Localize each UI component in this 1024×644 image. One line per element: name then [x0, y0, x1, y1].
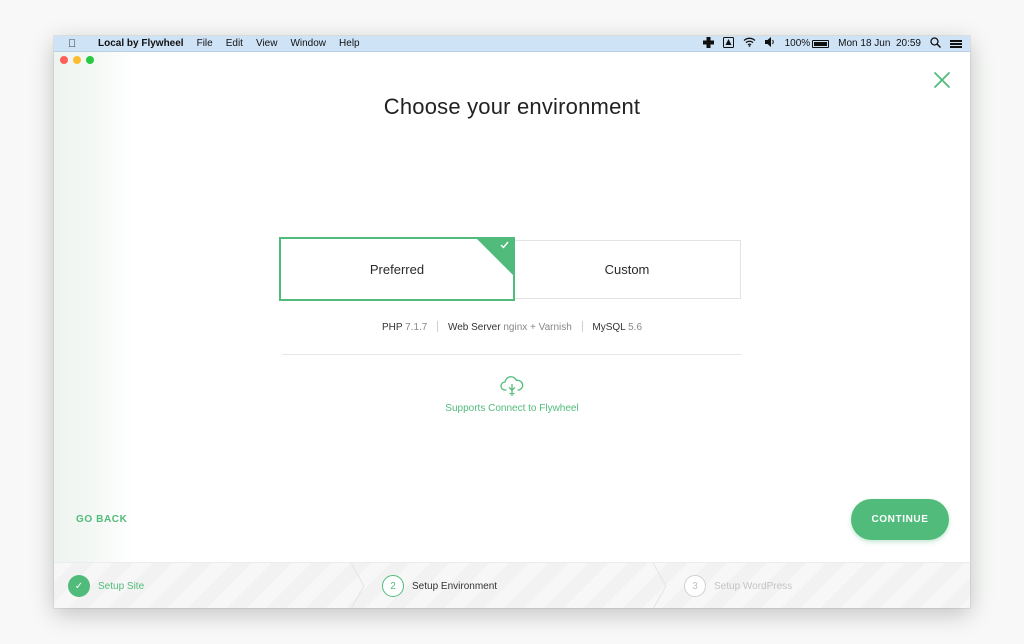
step-3-label: Setup WordPress [714, 580, 793, 592]
step-setup-environment[interactable]: 2 Setup Environment [382, 563, 682, 608]
spec-separator [581, 321, 583, 332]
spotlight-search-icon[interactable] [930, 36, 941, 51]
battery-icon [812, 39, 830, 48]
wifi-icon[interactable] [743, 37, 756, 50]
menu-help[interactable]: Help [339, 38, 360, 49]
battery-indicator[interactable]: 100% [785, 38, 830, 49]
menu-edit[interactable]: Edit [226, 38, 243, 49]
step-setup-site[interactable]: ✓ Setup Site [68, 563, 356, 608]
spec-mysql-label: MySQL [592, 322, 626, 333]
clock[interactable]: Mon 18 Jun 20:59 [838, 38, 921, 49]
plus-extension-icon[interactable] [702, 36, 714, 51]
option-preferred-label: Preferred [369, 261, 425, 277]
continue-button[interactable]: CONTINUE [851, 499, 949, 540]
step-chevron-icon [350, 563, 365, 608]
spec-server-label: Web Server [447, 322, 501, 333]
apple-icon[interactable]:  [68, 38, 82, 50]
notification-center-icon[interactable] [950, 39, 962, 48]
battery-percent: 100% [784, 38, 811, 49]
option-preferred[interactable]: Preferred [279, 237, 515, 301]
step-2-label: Setup Environment [412, 580, 498, 592]
spec-mysql-value: 5.6 [628, 322, 643, 333]
spec-php-label: PHP [381, 322, 403, 333]
drive-icon[interactable] [722, 36, 734, 51]
setup-steps: ✓ Setup Site 2 Setup Environment 3 Setup… [54, 562, 970, 608]
minimize-window-button[interactable] [73, 56, 81, 64]
go-back-button[interactable]: GO BACK [76, 514, 127, 525]
zoom-window-button[interactable] [86, 56, 94, 64]
cloud-connect-icon [500, 376, 524, 396]
close-icon[interactable] [932, 70, 952, 90]
menu-view[interactable]: View [256, 38, 278, 49]
environment-options: Preferred Custom [279, 237, 741, 301]
window-controls [60, 56, 94, 64]
page-title: Choose your environment [383, 94, 641, 119]
spec-php-value: 7.1.7 [405, 322, 428, 333]
connect-flywheel-text: Supports Connect to Flywheel [445, 403, 579, 414]
checkmark-icon [500, 241, 509, 252]
spec-separator [437, 321, 439, 332]
menu-window[interactable]: Window [290, 38, 326, 49]
menu-bar:  Local by Flywheel File Edit View Windo… [54, 36, 970, 52]
volume-icon[interactable] [764, 37, 776, 50]
step-3-circle: 3 [684, 575, 706, 597]
app-window:  Local by Flywheel File Edit View Windo… [54, 36, 970, 608]
option-custom[interactable]: Custom [513, 240, 741, 299]
sidebar-gradient [54, 52, 134, 562]
spec-server-value: nginx + Varnish [503, 322, 572, 333]
section-divider [282, 354, 741, 355]
step-chevron-icon [652, 563, 667, 608]
step-2-circle: 2 [382, 575, 404, 597]
status-area: 100% Mon 18 Jun 20:59 [702, 36, 962, 51]
option-custom-label: Custom [604, 262, 650, 277]
menu-app-name[interactable]: Local by Flywheel [98, 38, 184, 49]
menu-file[interactable]: File [197, 38, 213, 49]
step-1-circle: ✓ [68, 575, 90, 597]
close-window-button[interactable] [60, 56, 68, 64]
step-setup-wordpress[interactable]: 3 Setup WordPress [684, 563, 884, 608]
step-1-label: Setup Site [98, 580, 145, 592]
environment-specs: PHP 7.1.7 Web Server nginx + Varnish MyS… [54, 321, 970, 333]
